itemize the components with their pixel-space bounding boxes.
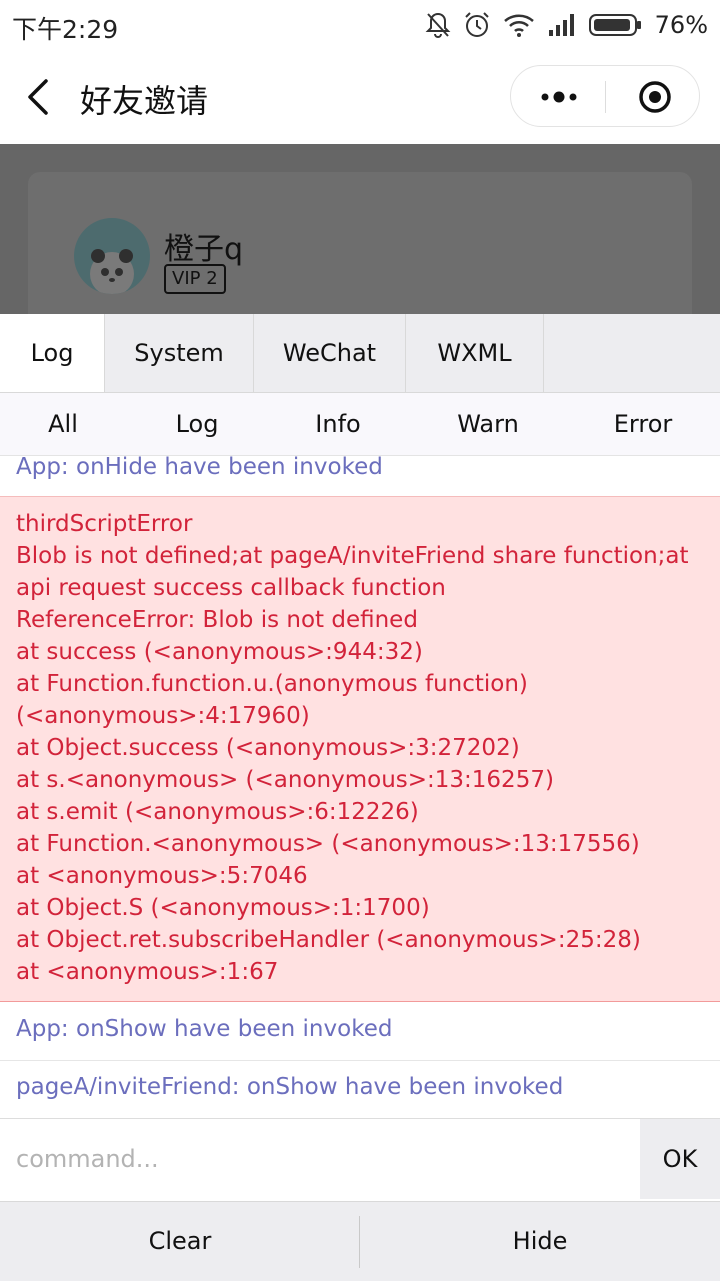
console-toolbar: Clear Hide	[0, 1201, 720, 1281]
log-entry-page-onshow: pageA/inviteFriend: onShow have been inv…	[16, 1074, 564, 1100]
more-dots-icon[interactable]	[539, 82, 579, 112]
avatar	[74, 218, 150, 294]
battery-percent: 76%	[654, 11, 708, 39]
error-line: Blob is not defined;at pageA/inviteFrien…	[16, 543, 689, 569]
error-line: at Function.<anonymous> (<anonymous>:13:…	[16, 831, 640, 857]
page-title: 好友邀请	[80, 82, 209, 120]
tab-system[interactable]: System	[105, 314, 254, 392]
error-log-entry: thirdScriptError Blob is not defined;at …	[0, 496, 720, 1002]
error-line: at Object.success (<anonymous>:3:27202)	[16, 735, 520, 761]
tab-wechat[interactable]: WeChat	[254, 314, 406, 392]
target-close-icon[interactable]	[638, 80, 672, 114]
vip-badge: VIP 2	[164, 264, 226, 294]
error-line: at s.emit (<anonymous>:6:12226)	[16, 799, 419, 825]
back-arrow-icon[interactable]	[22, 78, 56, 116]
console-tabs: Log System WeChat WXML	[0, 314, 720, 393]
wifi-icon	[503, 14, 534, 37]
error-line: at <anonymous>:5:7046	[16, 863, 308, 889]
log-entry-app-onshow: App: onShow have been invoked	[16, 1016, 393, 1042]
alarm-icon	[464, 12, 489, 37]
log-entry-onhide: App: onHide have been invoked	[16, 456, 383, 480]
hide-button[interactable]: Hide	[360, 1202, 720, 1281]
error-line: ReferenceError: Blob is not defined	[16, 607, 418, 633]
mute-bell-icon	[425, 12, 451, 39]
page-overlay: 橙子q VIP 2	[0, 144, 720, 314]
error-line: at success (<anonymous>:944:32)	[16, 639, 423, 665]
clear-button[interactable]: Clear	[0, 1202, 360, 1281]
status-time: 下午2:29	[12, 15, 119, 44]
filter-warn[interactable]: Warn	[457, 393, 519, 455]
error-line: at Object.ret.subscribeHandler (<anonymo…	[16, 927, 641, 953]
signal-icon	[548, 14, 574, 36]
filter-info[interactable]: Info	[315, 393, 360, 455]
command-bar: OK	[0, 1118, 720, 1201]
filter-error[interactable]: Error	[614, 393, 673, 455]
menu-capsule	[510, 65, 700, 127]
ok-button[interactable]: OK	[640, 1119, 720, 1199]
filter-all[interactable]: All	[48, 393, 78, 455]
error-line: at Object.S (<anonymous>:1:1700)	[16, 895, 430, 921]
error-line: at Function.function.u.(anonymous functi…	[16, 671, 528, 697]
log-separator	[0, 1060, 720, 1061]
battery-icon	[588, 14, 641, 36]
error-line: (<anonymous>:4:17960)	[16, 703, 310, 729]
status-icons: 76%	[425, 8, 708, 42]
status-bar: 下午2:29 76%	[0, 0, 720, 50]
error-line: at s.<anonymous> (<anonymous>:13:16257)	[16, 767, 554, 793]
error-line: thirdScriptError	[16, 511, 193, 537]
log-area[interactable]: App: onHide have been invoked thirdScrip…	[0, 456, 720, 1116]
log-filter-bar: All Log Info Warn Error	[0, 393, 720, 456]
error-line: at <anonymous>:1:67	[16, 959, 279, 985]
panda-avatar-icon	[74, 218, 150, 294]
nav-bar: 好友邀请	[0, 50, 720, 144]
tab-log[interactable]: Log	[0, 314, 105, 392]
command-input[interactable]	[0, 1119, 640, 1199]
username: 橙子q	[164, 232, 244, 267]
tab-wxml[interactable]: WXML	[406, 314, 544, 392]
filter-log[interactable]: Log	[176, 393, 219, 455]
profile-card: 橙子q VIP 2	[28, 172, 692, 314]
capsule-divider	[605, 81, 606, 113]
error-line: api request success callback function	[16, 575, 446, 601]
